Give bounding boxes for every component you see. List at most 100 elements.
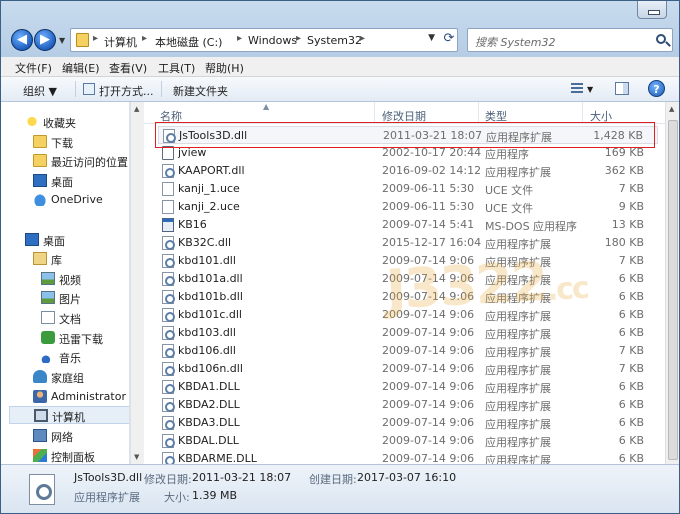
help-icon[interactable]: ? [648,80,665,97]
file-list-scrollbar[interactable]: ▲ [665,102,679,464]
breadcrumb-windows[interactable]: Windows [248,34,297,47]
file-size: 1,428 KB [593,129,643,142]
file-size: 7 KB [618,362,644,375]
table-row[interactable]: kbd101b.dll 2009-07-14 9:06 应用程序扩展 6 KB [158,288,658,306]
title-bar [1,1,679,27]
file-name: KAAPORT.dll [178,164,245,177]
file-icon [162,182,174,196]
navigation-bar: ◀ ▶ ▼ ▸ 计算机 ▸ 本地磁盘 (C:) ▸ Windows ▸ Syst… [1,27,679,55]
table-row[interactable]: kanji_2.uce 2009-06-11 5:30 UCE 文件 9 KB [158,198,658,216]
column-divider[interactable] [374,102,375,124]
open-with-button[interactable]: 打开方式... [99,83,154,99]
chevron-right-icon[interactable]: ▸ [142,33,147,44]
table-row[interactable]: KB16 2009-07-14 5:41 MS-DOS 应用程序 13 KB [158,216,658,234]
table-row[interactable]: jview 2002-10-17 20:44 应用程序 169 KB [158,144,658,162]
column-header-type[interactable]: 类型 [485,108,507,124]
table-row[interactable]: KBDARME.DLL 2009-07-14 9:06 应用程序扩展 6 KB [158,450,658,464]
file-type: 应用程序扩展 [485,274,551,287]
library-icon [33,252,47,265]
nav-label: OneDrive [51,193,103,206]
column-header-name[interactable]: 名称 [160,108,182,124]
table-row[interactable]: JsTools3D.dll 2011-03-21 18:07 应用程序扩展 1,428… [158,126,658,144]
refresh-icon[interactable]: ⟳ [440,28,458,50]
user-icon [33,390,47,403]
table-row[interactable]: KBDA1.DLL 2009-07-14 9:06 应用程序扩展 6 KB [158,378,658,396]
picture-library-icon [41,291,55,304]
address-dropdown-icon[interactable]: ▼ [428,33,435,43]
column-header-modified[interactable]: 修改日期 [382,108,426,124]
music-note-icon [41,350,55,363]
dll-icon [162,290,175,304]
menu-tools[interactable]: 工具(T) [158,60,195,76]
file-type: 应用程序扩展 [485,436,551,449]
dll-icon [162,434,175,448]
chevron-right-icon[interactable]: ▸ [360,33,365,44]
recent-pages-dropdown[interactable]: ▼ [59,36,65,45]
dll-icon [162,416,175,430]
menu-bar: 文件(F) 编辑(E) 查看(V) 工具(T) 帮助(H) [1,57,679,77]
change-view-icon[interactable] [571,83,583,95]
back-button[interactable]: ◀ [11,29,33,51]
file-list: ▲ 名称 修改日期 类型 大小 JsTools3D.dll 2011-03-21 … [144,102,665,464]
table-row[interactable]: kbd101c.dll 2009-07-14 9:06 应用程序扩展 6 KB [158,306,658,324]
file-modified-date: 2009-07-14 5:41 [382,218,475,231]
table-row[interactable]: KB32C.dll 2015-12-17 16:04 应用程序扩展 180 KB [158,234,658,252]
breadcrumb-computer[interactable]: 计算机 [104,34,137,50]
menu-help[interactable]: 帮助(H) [205,60,244,76]
table-row[interactable]: KBDAL.DLL 2009-07-14 9:06 应用程序扩展 6 KB [158,432,658,450]
scroll-up-icon[interactable]: ▲ [134,105,139,113]
file-name: kbd106n.dll [178,362,243,375]
forward-button[interactable]: ▶ [34,29,56,51]
search-input[interactable]: 搜索 System32 [475,34,556,50]
nav-label: 最近访问的位置 [51,156,128,169]
file-size: 6 KB [618,398,644,411]
search-box[interactable]: 搜索 System32 [467,28,673,52]
file-name: kbd103.dll [178,326,236,339]
organize-button[interactable]: 组织 ▼ [23,83,57,99]
chevron-right-icon[interactable]: ▸ [93,33,98,44]
file-modified-date: 2009-07-14 9:06 [382,326,475,339]
menu-file[interactable]: 文件(F) [15,60,52,76]
table-row[interactable]: KAAPORT.dll 2016-09-02 14:12 应用程序扩展 362 KB [158,162,658,180]
file-modified-date: 2009-07-14 9:06 [382,434,475,447]
menu-edit[interactable]: 编辑(E) [62,60,100,76]
open-with-icon [83,83,95,95]
file-type: 应用程序扩展 [485,364,551,377]
table-row[interactable]: kbd103.dll 2009-07-14 9:06 应用程序扩展 6 KB [158,324,658,342]
chevron-right-icon[interactable]: ▸ [296,33,301,44]
column-divider[interactable] [478,102,479,124]
table-row[interactable]: kbd106n.dll 2009-07-14 9:06 应用程序扩展 7 KB [158,360,658,378]
file-size: 7 KB [618,254,644,267]
file-type: 应用程序 [485,148,529,161]
scrollbar-thumb[interactable] [668,120,678,460]
file-type: 应用程序扩展 [485,454,551,464]
column-divider[interactable] [582,102,583,124]
table-row[interactable]: KBDA2.DLL 2009-07-14 9:06 应用程序扩展 6 KB [158,396,658,414]
file-size: 6 KB [618,326,644,339]
table-row[interactable]: KBDA3.DLL 2009-07-14 9:06 应用程序扩展 6 KB [158,414,658,432]
menu-view[interactable]: 查看(V) [109,60,147,76]
table-row[interactable]: kbd106.dll 2009-07-14 9:06 应用程序扩展 7 KB [158,342,658,360]
table-row[interactable]: kbd101a.dll 2009-07-14 9:06 应用程序扩展 6 KB [158,270,658,288]
file-type: 应用程序扩展 [485,328,551,341]
nav-computer[interactable]: 计算机 [9,406,129,424]
table-row[interactable]: kanji_1.uce 2009-06-11 5:30 UCE 文件 7 KB [158,180,658,198]
breadcrumb-system32[interactable]: System32 [307,34,362,47]
minimize-button[interactable] [637,1,667,19]
breadcrumb-local-disk[interactable]: 本地磁盘 (C:) [155,34,222,50]
table-row[interactable]: kbd101.dll 2009-07-14 9:06 应用程序扩展 7 KB [158,252,658,270]
new-folder-button[interactable]: 新建文件夹 [173,83,228,99]
scroll-down-icon[interactable]: ▼ [134,453,139,461]
column-header-size[interactable]: 大小 [590,108,612,124]
scroll-up-icon[interactable]: ▲ [669,105,674,113]
app-icon [162,146,174,160]
view-dropdown-icon[interactable]: ▼ [587,85,593,94]
nav-pane-scrollbar[interactable]: ▲ ▼ [130,102,144,464]
address-bar[interactable]: ▸ 计算机 ▸ 本地磁盘 (C:) ▸ Windows ▸ System32 ▸… [70,28,458,52]
chevron-right-icon[interactable]: ▸ [237,33,242,44]
toolbar-separator [161,81,162,97]
preview-pane-icon[interactable] [615,82,629,95]
file-modified-date: 2009-07-14 9:06 [382,272,475,285]
search-icon[interactable] [656,34,666,44]
file-modified-date: 2009-07-14 9:06 [382,344,475,357]
